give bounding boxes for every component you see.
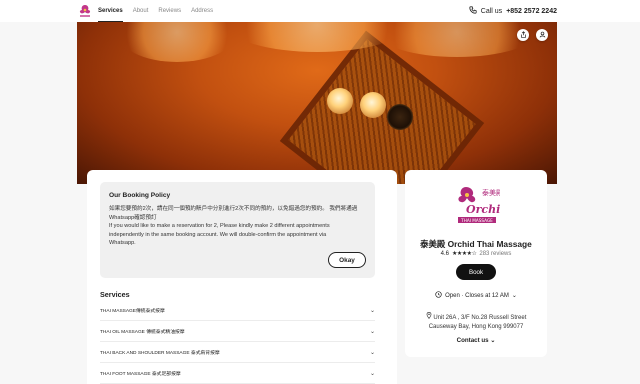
main-panel: Our Booking Policy 如果您要預約2次，請在同一個預約賬戶中分別… [87,170,397,384]
share-button[interactable] [517,29,529,41]
bokeh-light [117,22,237,62]
contact-label: Contact us [456,337,489,344]
business-logo: 泰美殿 Orchid THAI MASSAGE [452,183,508,225]
candle-middle [360,92,386,118]
chevron-down-icon: ⌄ [490,338,496,344]
section-tabs: Services About Reviews Address [98,0,213,22]
clock-icon [435,291,442,300]
phone-number: +852 2572 2242 [506,7,557,15]
tab-reviews[interactable]: Reviews [158,0,181,22]
policy-en-line1: If you would like to make a reservation … [109,223,330,229]
logo-subtext: THAI MASSAGE [460,218,493,223]
service-item-label: THAI OIL MASSAGE 傳統泰式精油按摩 [100,329,185,335]
top-bar: Services About Reviews Address Call us +… [0,0,640,22]
candle-left [327,88,353,114]
policy-zh-line1: 如果您要預約2次，請在同一個預約賬戶中分別進行2次不同的預約，以免錯過您的預約。… [109,206,358,212]
call-us-link[interactable]: Call us +852 2572 2242 [469,6,557,16]
tab-services[interactable]: Services [98,0,123,22]
book-button[interactable]: Book [456,264,496,280]
tab-about[interactable]: About [133,0,149,22]
policy-text-zh: 如果您要預約2次，請在同一個預約賬戶中分別進行2次不同的預約，以免錯過您的預約。… [109,205,366,248]
review-count: 283 reviews [479,250,512,257]
chevron-down-icon: ⌄ [369,328,375,335]
policy-title: Our Booking Policy [109,192,171,199]
policy-en-line3: Whatsapp. [109,240,136,246]
booking-policy-card: Our Booking Policy 如果您要預約2次，請在同一個預約賬戶中分別… [100,182,375,278]
opening-hours[interactable]: Open · Closes at 12 AM ⌄ [405,291,547,300]
call-label: Call us [480,7,503,15]
chevron-down-icon: ⌄ [369,307,375,314]
policy-zh-line2: Whatsapp確認預訂 [109,214,157,221]
open-status: Open · Closes at 12 AM [445,292,509,299]
chevron-down-icon: ⌄ [369,349,375,356]
rating-value: 4.6 [440,250,449,257]
service-item[interactable]: THAI BACK AND SHOULDER MASSAGE 泰式肩背按摩 ⌄ [100,342,375,363]
service-item[interactable]: THAI FOOT MASSAGE 泰式足部按摩 ⌄ [100,363,375,384]
profile-button[interactable] [536,29,548,41]
tab-address[interactable]: Address [191,0,213,22]
contact-us-button[interactable]: Contact us ⌄ [405,337,547,344]
business-name: 泰美殿 Orchid Thai Massage [420,239,532,249]
hero-image [77,22,557,184]
chevron-down-icon: ⌄ [369,370,375,377]
service-item-label: THAI BACK AND SHOULDER MASSAGE 泰式肩背按摩 [100,350,220,356]
service-item[interactable]: THAI MASSAGE傳統泰式按摩 ⌄ [100,300,375,321]
share-icon [520,30,527,40]
chevron-down-icon: ⌄ [511,293,517,299]
logo-wordmark: Orchid [466,203,500,216]
brand-logo[interactable] [77,3,93,19]
okay-button[interactable]: Okay [328,252,366,268]
address-line-2: Causeway Bay, Hong Kong 999077 [428,324,524,330]
person-icon [539,31,546,40]
oil-bowl [387,104,413,130]
service-item[interactable]: THAI OIL MASSAGE 傳統泰式精油按摩 ⌄ [100,321,375,342]
address: Unit 26A , 3/F No.28 Russell Street Caus… [405,312,547,332]
service-item-label: THAI MASSAGE傳統泰式按摩 [100,308,165,314]
service-item-label: THAI FOOT MASSAGE 泰式足部按摩 [100,371,181,377]
address-line-1: Unit 26A , 3/F No.28 Russell Street [433,315,527,321]
rating-row[interactable]: 4.6 ★★★★☆ 283 reviews [405,250,547,258]
business-card: 泰美殿 Orchid THAI MASSAGE 泰美殿 Orchid Thai … [405,170,547,357]
svg-text:泰美殿: 泰美殿 [482,188,500,197]
phone-icon [469,6,477,16]
policy-en-line2: independently in the same booking accoun… [109,231,327,238]
bokeh-light [377,22,537,57]
services-heading: Services [100,290,130,299]
star-rating-icon: ★★★★☆ [451,251,477,257]
